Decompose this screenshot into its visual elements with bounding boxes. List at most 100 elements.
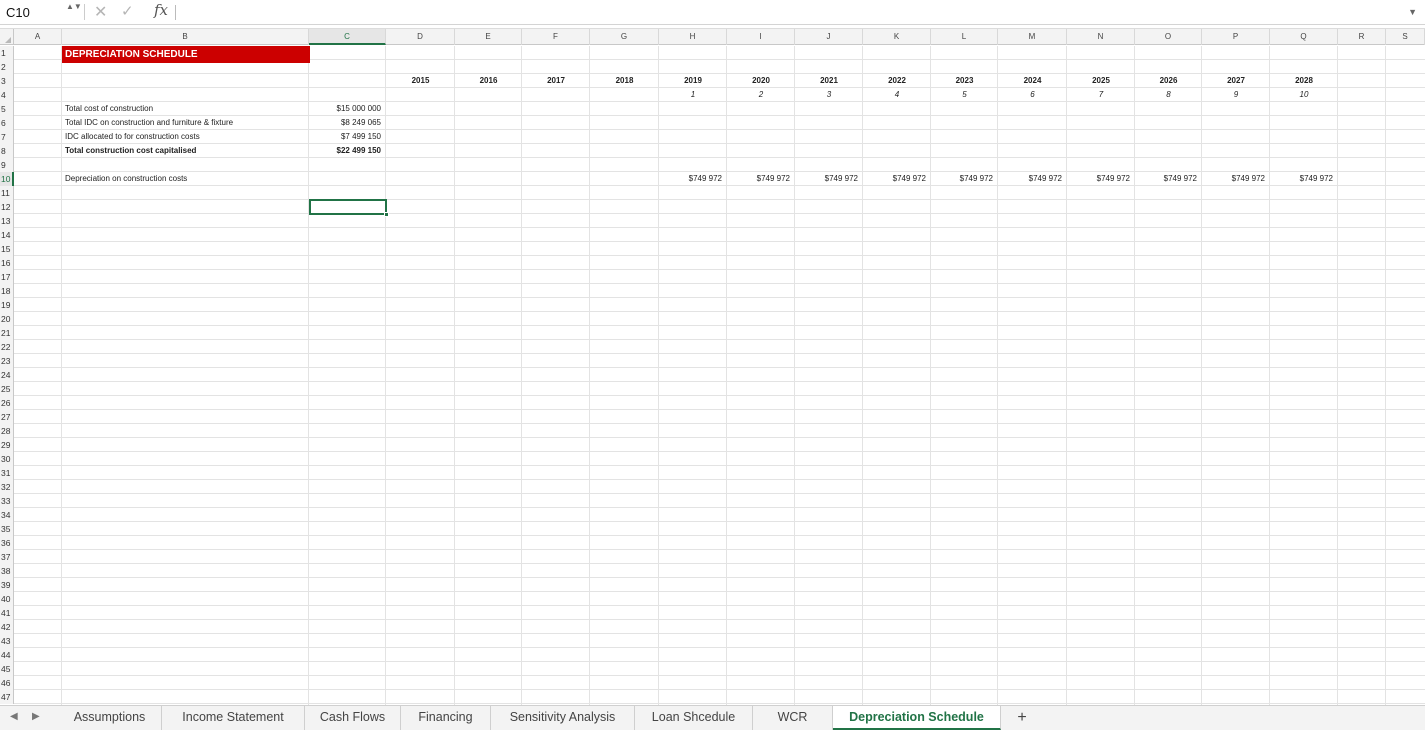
row-header-16[interactable]: 16 (0, 256, 14, 270)
row-header-36[interactable]: 36 (0, 536, 14, 550)
depreciation-value-cell[interactable]: $749 972 (863, 172, 931, 186)
cells-area[interactable]: 1 2 3 4 5 6 7 8 9 10 11 12 13 14 15 16 17 18 19 20 21 22 23 24 2… (0, 46, 1425, 705)
name-box[interactable]: C10 (4, 3, 62, 22)
column-header-p[interactable]: P (1202, 29, 1270, 45)
row-header-12[interactable]: 12 (0, 200, 14, 214)
sheet-tab-financing[interactable]: Financing (401, 706, 491, 730)
row-header-46[interactable]: 46 (0, 676, 14, 690)
period-number-cell[interactable]: 1 (659, 88, 727, 102)
row-header-23[interactable]: 23 (0, 354, 14, 368)
column-header-r[interactable]: R (1338, 29, 1386, 45)
row-header-8[interactable]: 8 (0, 144, 14, 158)
label-total-capitalised[interactable]: Total construction cost capitalised (62, 144, 309, 158)
period-number-cell[interactable]: 6 (998, 88, 1067, 102)
depreciation-value-cell[interactable]: $749 972 (795, 172, 863, 186)
row-header-11[interactable]: 11 (0, 186, 14, 200)
value-idc-allocated[interactable]: $7 499 150 (309, 130, 386, 144)
value-total-cost[interactable]: $15 000 000 (309, 102, 386, 116)
row-header-32[interactable]: 32 (0, 480, 14, 494)
depreciation-value-cell[interactable]: $749 972 (931, 172, 998, 186)
year-header-cell[interactable]: 2020 (727, 74, 795, 88)
row-header-31[interactable]: 31 (0, 466, 14, 480)
value-total-idc[interactable]: $8 249 065 (309, 116, 386, 130)
column-header-q[interactable]: Q (1270, 29, 1338, 45)
row-header-10[interactable]: 10 (0, 172, 14, 186)
label-idc-allocated[interactable]: IDC allocated to for construction costs (62, 130, 309, 144)
column-header-o[interactable]: O (1135, 29, 1202, 45)
add-sheet-button[interactable]: + (1010, 707, 1034, 729)
enter-icon[interactable]: ✓ (121, 2, 134, 20)
depreciation-value-cell[interactable]: $749 972 (1067, 172, 1135, 186)
row-header-37[interactable]: 37 (0, 550, 14, 564)
year-header-cell[interactable]: 2026 (1135, 74, 1202, 88)
row-header-47[interactable]: 47 (0, 690, 14, 704)
row-header-35[interactable]: 35 (0, 522, 14, 536)
column-header-k[interactable]: K (863, 29, 931, 45)
row-header-7[interactable]: 7 (0, 130, 14, 144)
column-header-m[interactable]: M (998, 29, 1067, 45)
row-header-17[interactable]: 17 (0, 270, 14, 284)
select-all-corner[interactable] (0, 29, 14, 45)
year-header-cell[interactable]: 2028 (1270, 74, 1338, 88)
sheet-tab-loan-shcedule[interactable]: Loan Shcedule (635, 706, 753, 730)
year-header-cell[interactable]: 2017 (522, 74, 590, 88)
row-header-9[interactable]: 9 (0, 158, 14, 172)
sheet-title-cell[interactable]: DEPRECIATION SCHEDULE (62, 46, 310, 63)
row-header-41[interactable]: 41 (0, 606, 14, 620)
year-header-cell[interactable]: 2021 (795, 74, 863, 88)
row-header-27[interactable]: 27 (0, 410, 14, 424)
row-header-29[interactable]: 29 (0, 438, 14, 452)
row-header-39[interactable]: 39 (0, 578, 14, 592)
row-header-2[interactable]: 2 (0, 60, 14, 74)
depreciation-value-cell[interactable]: $749 972 (1202, 172, 1270, 186)
column-header-c[interactable]: C (309, 29, 386, 45)
column-header-g[interactable]: G (590, 29, 659, 45)
row-header-42[interactable]: 42 (0, 620, 14, 634)
row-header-13[interactable]: 13 (0, 214, 14, 228)
column-header-i[interactable]: I (727, 29, 795, 45)
row-header-21[interactable]: 21 (0, 326, 14, 340)
sheet-tab-cash-flows[interactable]: Cash Flows (305, 706, 401, 730)
year-header-cell[interactable]: 2025 (1067, 74, 1135, 88)
row-header-22[interactable]: 22 (0, 340, 14, 354)
row-header-1[interactable]: 1 (0, 46, 14, 60)
row-header-14[interactable]: 14 (0, 228, 14, 242)
row-header-24[interactable]: 24 (0, 368, 14, 382)
label-total-idc[interactable]: Total IDC on construction and furniture … (62, 116, 309, 130)
year-header-cell[interactable]: 2019 (659, 74, 727, 88)
row-header-34[interactable]: 34 (0, 508, 14, 522)
depreciation-value-cell[interactable]: $749 972 (1270, 172, 1338, 186)
year-header-cell[interactable]: 2027 (1202, 74, 1270, 88)
row-header-33[interactable]: 33 (0, 494, 14, 508)
row-header-6[interactable]: 6 (0, 116, 14, 130)
row-header-28[interactable]: 28 (0, 424, 14, 438)
year-header-cell[interactable]: 2016 (455, 74, 522, 88)
name-box-stepper-icon[interactable]: ▲▼ (66, 2, 82, 23)
next-sheet-icon[interactable]: ▶ (32, 711, 40, 722)
column-header-e[interactable]: E (455, 29, 522, 45)
column-header-a[interactable]: A (14, 29, 62, 45)
row-header-30[interactable]: 30 (0, 452, 14, 466)
label-depreciation[interactable]: Depreciation on construction costs (62, 172, 309, 186)
column-header-d[interactable]: D (386, 29, 455, 45)
row-header-18[interactable]: 18 (0, 284, 14, 298)
row-header-40[interactable]: 40 (0, 592, 14, 606)
previous-sheet-icon[interactable]: ◀ (10, 711, 18, 722)
sheet-tab-assumptions[interactable]: Assumptions (58, 706, 162, 730)
row-header-26[interactable]: 26 (0, 396, 14, 410)
value-total-capitalised[interactable]: $22 499 150 (309, 144, 386, 158)
sheet-tab-income-statement[interactable]: Income Statement (162, 706, 305, 730)
year-header-cell[interactable]: 2018 (590, 74, 659, 88)
fill-handle[interactable] (384, 212, 389, 217)
column-header-n[interactable]: N (1067, 29, 1135, 45)
formula-input[interactable] (180, 3, 1390, 22)
sheet-tab-wcr[interactable]: WCR (753, 706, 833, 730)
row-header-25[interactable]: 25 (0, 382, 14, 396)
year-header-cell[interactable]: 2024 (998, 74, 1067, 88)
column-header-s[interactable]: S (1386, 29, 1425, 45)
row-header-19[interactable]: 19 (0, 298, 14, 312)
sheet-tab-sensitivity-analysis[interactable]: Sensitivity Analysis (491, 706, 635, 730)
period-number-cell[interactable]: 8 (1135, 88, 1202, 102)
column-header-b[interactable]: B (62, 29, 309, 45)
period-number-cell[interactable]: 5 (931, 88, 998, 102)
